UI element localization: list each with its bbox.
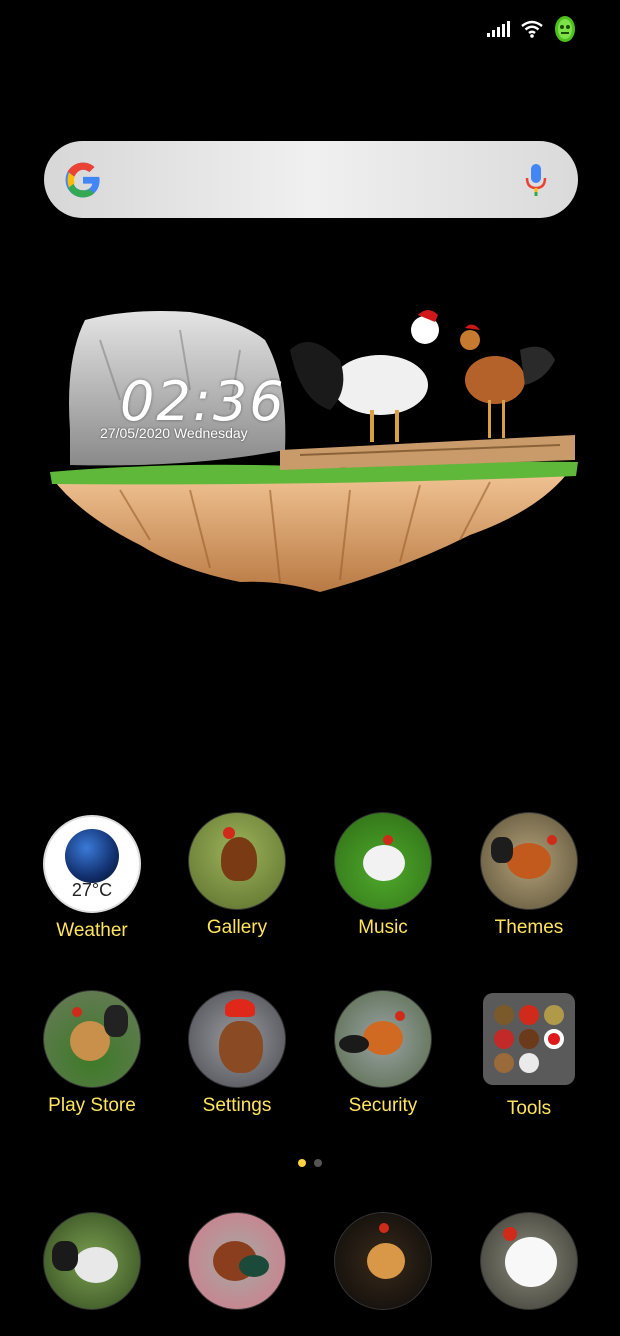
dock-app-1[interactable] <box>27 1212 157 1310</box>
app-play-store[interactable]: Play Store <box>27 990 157 1118</box>
page-dot-active <box>298 1159 306 1167</box>
battery-icon <box>555 16 575 42</box>
dock-icon-4 <box>480 1212 578 1310</box>
app-themes[interactable]: Themes <box>464 812 594 940</box>
dock-app-2[interactable] <box>172 1212 302 1310</box>
app-label-music: Music <box>358 917 408 938</box>
settings-icon <box>188 990 286 1088</box>
folder-tools[interactable]: Tools <box>464 993 594 1121</box>
app-label-settings: Settings <box>202 1095 272 1116</box>
weather-icon: 27°C <box>43 815 141 913</box>
clock-time[interactable]: 02:36 <box>120 375 286 429</box>
google-search-bar[interactable] <box>44 141 578 218</box>
music-icon <box>334 812 432 910</box>
app-label-weather: Weather <box>56 920 128 941</box>
page-dot-inactive <box>314 1159 322 1167</box>
gallery-icon <box>188 812 286 910</box>
rooster-2 <box>460 324 555 438</box>
app-label-tools: Tools <box>506 1098 552 1119</box>
app-settings[interactable]: Settings <box>172 990 302 1118</box>
dock-icon-1 <box>43 1212 141 1310</box>
status-bar <box>486 14 576 44</box>
app-label-gallery: Gallery <box>206 917 268 938</box>
play-store-icon <box>43 990 141 1088</box>
security-icon <box>334 990 432 1088</box>
tools-folder-icon <box>483 993 575 1085</box>
dock-app-4[interactable] <box>464 1212 594 1310</box>
app-music[interactable]: Music <box>318 812 448 940</box>
dock-icon-2 <box>188 1212 286 1310</box>
app-weather[interactable]: 27°C Weather <box>27 815 157 943</box>
app-label-security: Security <box>348 1095 418 1116</box>
clock-date[interactable]: 27/05/2020 Wednesday <box>100 425 248 441</box>
dock-app-3[interactable] <box>318 1212 448 1310</box>
app-label-play-store: Play Store <box>48 1095 136 1116</box>
page-indicator <box>298 1159 322 1167</box>
rooster-1 <box>290 310 439 442</box>
clock-widget-island <box>50 310 578 592</box>
weather-temperature: 27°C <box>71 880 113 900</box>
wifi-icon <box>521 20 543 38</box>
dock-icon-3 <box>334 1212 432 1310</box>
app-gallery[interactable]: Gallery <box>172 812 302 940</box>
youtube-icon <box>544 1029 565 1049</box>
google-logo-icon <box>65 162 100 197</box>
app-security[interactable]: Security <box>318 990 448 1118</box>
signal-icon <box>487 21 510 37</box>
mic-icon[interactable] <box>524 163 548 197</box>
themes-icon <box>480 812 578 910</box>
app-label-themes: Themes <box>494 917 564 938</box>
